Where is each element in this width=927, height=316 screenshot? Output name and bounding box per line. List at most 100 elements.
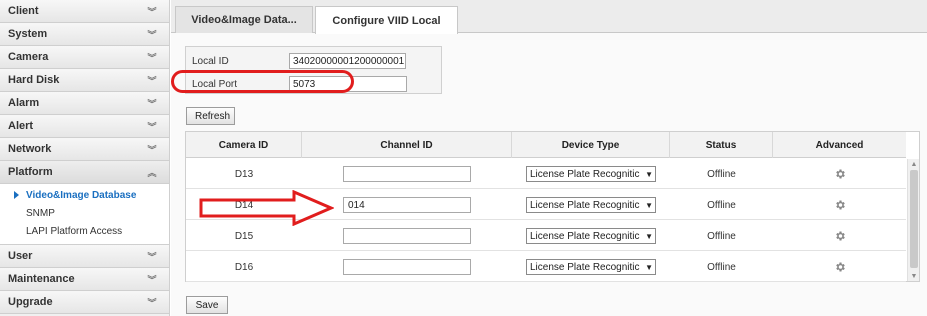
main-panel: Video&Image Data... Configure VIID Local…: [171, 0, 927, 316]
sidebar-item-client[interactable]: Client ︾: [0, 0, 169, 23]
status-cell: Offline: [707, 261, 736, 273]
channel-id-cell: [302, 252, 512, 282]
scroll-thumb[interactable]: [910, 170, 918, 268]
advanced-cell: [773, 221, 906, 251]
sidebar-subitem-lapi-platform-access[interactable]: LAPI Platform Access: [0, 222, 169, 240]
table-scrollbar[interactable]: ▲ ▼: [907, 159, 919, 281]
sidebar-item-label: Hard Disk: [8, 74, 60, 86]
sidebar-subitem-snmp[interactable]: SNMP: [0, 204, 169, 222]
sidebar: Client ︾ System ︾ Camera ︾ Hard Disk ︾ A…: [0, 0, 170, 316]
scroll-up-arrow-icon[interactable]: ▲: [908, 159, 920, 169]
advanced-cell: [773, 190, 906, 220]
column-header-camera-id: Camera ID: [186, 132, 302, 158]
status-cell: Offline: [707, 168, 736, 180]
sidebar-item-alarm[interactable]: Alarm ︾: [0, 92, 169, 115]
chevron-down-icon: ▼: [645, 262, 653, 272]
channel-id-cell: [302, 221, 512, 251]
sidebar-item-label: Upgrade: [8, 296, 53, 308]
sidebar-item-hard-disk[interactable]: Hard Disk ︾: [0, 69, 169, 92]
gear-icon[interactable]: [834, 261, 846, 273]
device-type-value: License Plate Recognitic: [530, 168, 640, 180]
triangle-right-icon: [14, 191, 19, 199]
double-chevron-down-icon: ︾: [147, 29, 157, 40]
device-type-cell: License Plate Recognitic ▼: [512, 221, 670, 251]
double-chevron-down-icon: ︾: [147, 144, 157, 155]
gear-icon[interactable]: [834, 199, 846, 211]
channel-id-input[interactable]: [343, 259, 471, 275]
double-chevron-down-icon: ︾: [147, 98, 157, 109]
device-type-cell: License Plate Recognitic ▼: [512, 190, 670, 220]
column-header-channel-id: Channel ID: [302, 132, 512, 158]
channel-id-cell: [302, 190, 512, 220]
local-port-row: Local Port: [186, 73, 441, 95]
status-cell: Offline: [707, 199, 736, 211]
column-header-status: Status: [670, 132, 773, 158]
sidebar-item-platform[interactable]: Platform ︽: [0, 161, 169, 184]
chevron-down-icon: ▼: [645, 200, 653, 210]
sidebar-item-maintenance[interactable]: Maintenance ︾: [0, 268, 169, 291]
sidebar-item-camera[interactable]: Camera ︾: [0, 46, 169, 69]
double-chevron-down-icon: ︾: [147, 274, 157, 285]
double-chevron-down-icon: ︾: [147, 121, 157, 132]
double-chevron-down-icon: ︾: [147, 75, 157, 86]
camera-id-cell: D14: [234, 199, 254, 211]
table-row: D16 License Plate Recognitic ▼ Offline: [186, 252, 906, 282]
table-row: D14 License Plate Recognitic ▼ Offline: [186, 190, 906, 220]
channel-table: Camera ID Channel ID Device Type Status …: [185, 131, 920, 282]
camera-id-cell: D13: [234, 168, 254, 180]
sidebar-item-system[interactable]: System ︾: [0, 23, 169, 46]
local-id-label: Local ID: [192, 55, 229, 67]
channel-id-input[interactable]: [343, 166, 471, 182]
double-chevron-down-icon: ︾: [147, 52, 157, 63]
scroll-down-arrow-icon[interactable]: ▼: [908, 271, 920, 281]
sidebar-item-user[interactable]: User ︾: [0, 245, 169, 268]
sidebar-item-label: User: [8, 250, 33, 262]
local-settings-form: Local ID Local Port: [185, 46, 442, 94]
double-chevron-down-icon: ︾: [147, 251, 157, 262]
sidebar-item-network[interactable]: Network ︾: [0, 138, 169, 161]
chevron-down-icon: ▼: [645, 231, 653, 241]
column-header-device-type: Device Type: [512, 132, 670, 158]
sidebar-subitem-label: SNMP: [26, 207, 55, 219]
sidebar-item-label: Client: [8, 5, 39, 17]
table-header: Camera ID Channel ID Device Type Status …: [186, 132, 906, 158]
gear-icon[interactable]: [834, 168, 846, 180]
device-type-value: License Plate Recognitic: [530, 199, 640, 211]
tab-video-image-database[interactable]: Video&Image Data...: [175, 6, 313, 33]
save-button[interactable]: Save: [186, 296, 228, 314]
sidebar-item-label: Alarm: [8, 97, 40, 109]
tab-bar: Video&Image Data... Configure VIID Local: [171, 0, 927, 34]
local-id-row: Local ID: [186, 50, 441, 72]
device-type-select[interactable]: License Plate Recognitic ▼: [526, 166, 656, 182]
double-chevron-down-icon: ︾: [147, 297, 157, 308]
local-port-label: Local Port: [192, 78, 238, 90]
sidebar-item-label: Maintenance: [8, 273, 75, 285]
channel-id-input[interactable]: [343, 197, 471, 213]
sidebar-subitem-video-image-database[interactable]: Video&Image Database: [0, 186, 169, 204]
sidebar-item-upgrade[interactable]: Upgrade ︾: [0, 291, 169, 314]
advanced-cell: [773, 252, 906, 282]
sidebar-subitem-label: LAPI Platform Access: [26, 225, 123, 237]
local-port-field[interactable]: [289, 76, 407, 92]
double-chevron-up-icon: ︽: [147, 167, 157, 178]
device-type-select[interactable]: License Plate Recognitic ▼: [526, 228, 656, 244]
table-row: D15 License Plate Recognitic ▼ Offline: [186, 221, 906, 251]
gear-icon[interactable]: [834, 230, 846, 242]
camera-id-cell: D16: [234, 261, 254, 273]
sidebar-item-alert[interactable]: Alert ︾: [0, 115, 169, 138]
sidebar-item-label: Network: [8, 143, 52, 155]
sidebar-item-label: System: [8, 28, 48, 40]
device-type-cell: License Plate Recognitic ▼: [512, 252, 670, 282]
double-chevron-down-icon: ︾: [147, 6, 157, 17]
device-type-cell: License Plate Recognitic ▼: [512, 159, 670, 189]
tab-configure-viid-local[interactable]: Configure VIID Local: [315, 6, 458, 34]
refresh-button[interactable]: Refresh: [186, 107, 235, 125]
channel-id-input[interactable]: [343, 228, 471, 244]
local-id-field[interactable]: [289, 53, 406, 69]
channel-id-cell: [302, 159, 512, 189]
device-type-select[interactable]: License Plate Recognitic ▼: [526, 259, 656, 275]
device-type-select[interactable]: License Plate Recognitic ▼: [526, 197, 656, 213]
column-header-advanced: Advanced: [815, 139, 864, 151]
advanced-cell: [773, 159, 906, 189]
sidebar-item-label: Camera: [8, 51, 49, 63]
